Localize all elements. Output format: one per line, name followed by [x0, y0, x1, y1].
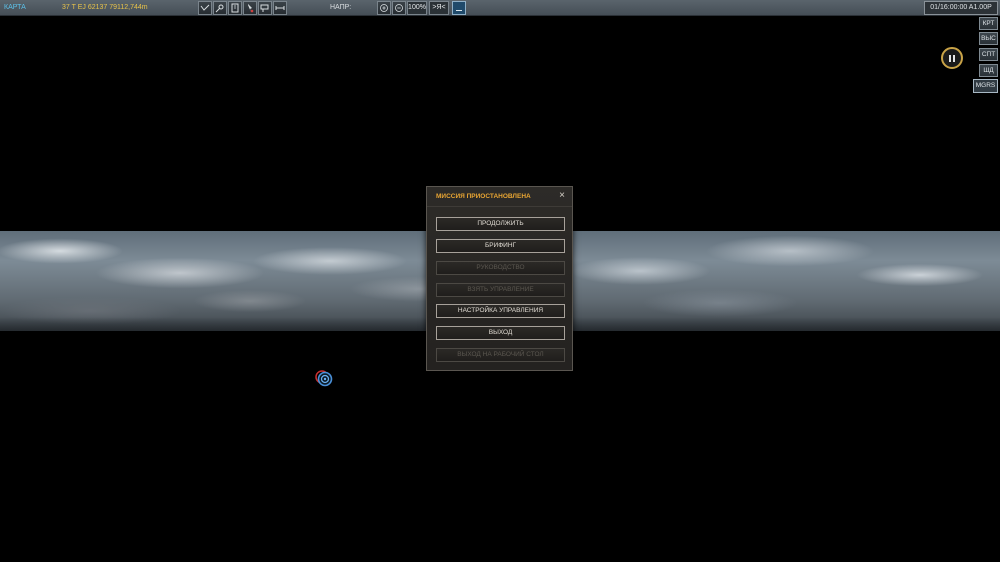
continue-button[interactable]: ПРОДОЛЖИТЬ: [436, 217, 565, 231]
manual-button: РУКОВОДСТВО: [436, 261, 565, 275]
comment-icon[interactable]: [258, 1, 272, 15]
toggle-panel-button[interactable]: [452, 1, 466, 15]
close-icon[interactable]: ×: [556, 190, 568, 202]
top-toolbar: КАРТА 37 T EJ 62137 79112,744m НАПР: 100…: [0, 0, 1000, 16]
direction-label: НАПР:: [330, 4, 352, 11]
mission-paused-dialog: МИССИЯ ПРИОСТАНОВЛЕНА × ПРОДОЛЖИТЬ БРИФИ…: [426, 186, 573, 371]
side-button-krt[interactable]: КРТ: [979, 17, 998, 30]
tools-icon[interactable]: [213, 1, 227, 15]
dialog-title: МИССИЯ ПРИОСТАНОВЛЕНА: [436, 193, 531, 200]
side-button-vys[interactable]: ВЫС: [979, 32, 998, 45]
take-control-button: ВЗЯТЬ УПРАВЛЕНИЕ: [436, 283, 565, 297]
exit-button[interactable]: ВЫХОД: [436, 326, 565, 340]
route-icon[interactable]: [198, 1, 212, 15]
exit-to-desktop-button: ВЫХОД НА РАБОЧИЙ СТОЛ: [436, 348, 565, 362]
dialog-header: МИССИЯ ПРИОСТАНОВЛЕНА ×: [427, 187, 572, 207]
side-button-shd[interactable]: ШД: [979, 64, 998, 77]
center-on-me-button[interactable]: >Я<: [429, 1, 449, 15]
game-viewport: КАРТА 37 T EJ 62137 79112,744m НАПР: 100…: [0, 0, 1000, 562]
zoom-level[interactable]: 100%: [407, 1, 427, 15]
briefing-button[interactable]: БРИФИНГ: [436, 239, 565, 253]
pause-icon[interactable]: [941, 47, 963, 69]
marker-icon[interactable]: [243, 1, 257, 15]
unit-marker-icon[interactable]: [314, 369, 334, 387]
ruler-icon[interactable]: [228, 1, 242, 15]
measure-icon[interactable]: [273, 1, 287, 15]
zoom-in-icon[interactable]: [377, 1, 391, 15]
map-tab[interactable]: КАРТА: [4, 3, 26, 13]
side-button-spt[interactable]: СПТ: [979, 48, 998, 61]
side-button-mgrs[interactable]: MGRS: [973, 79, 998, 93]
cursor-coordinates: 37 T EJ 62137 79112,744m: [62, 4, 148, 11]
zoom-out-icon[interactable]: [392, 1, 406, 15]
control-settings-button[interactable]: НАСТРОЙКА УПРАВЛЕНИЯ: [436, 304, 565, 318]
mission-time: 01/16:00:00 A1.00P: [924, 1, 998, 15]
